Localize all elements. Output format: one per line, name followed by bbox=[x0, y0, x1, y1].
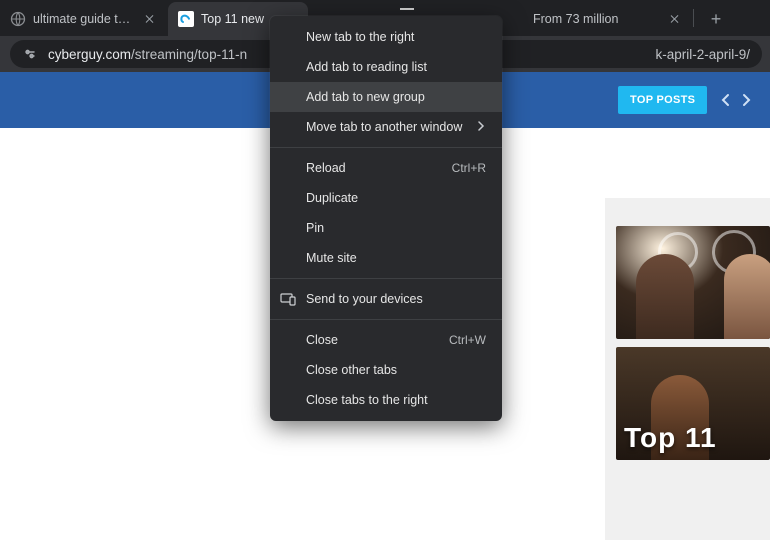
menu-add-to-new-group[interactable]: Add tab to new group bbox=[270, 82, 502, 112]
menu-duplicate[interactable]: Duplicate bbox=[270, 183, 502, 213]
close-icon[interactable] bbox=[667, 11, 683, 27]
chevron-right-icon bbox=[476, 120, 486, 134]
thumb-figure bbox=[636, 254, 694, 339]
menu-separator bbox=[270, 319, 502, 320]
url-text-right: k-april-2-april-9/ bbox=[655, 47, 750, 62]
top-posts-button[interactable]: TOP POSTS bbox=[618, 86, 707, 114]
sidebar-thumbnail-2[interactable]: Top 11 bbox=[616, 347, 770, 460]
menu-send-to-devices[interactable]: Send to your devices bbox=[270, 284, 502, 314]
carousel-arrows bbox=[719, 93, 753, 107]
menu-new-tab-right[interactable]: New tab to the right bbox=[270, 22, 502, 52]
devices-icon bbox=[280, 291, 296, 307]
tab-context-menu: New tab to the right Add tab to reading … bbox=[270, 16, 502, 421]
ticker-headline[interactable]: Best A bbox=[765, 93, 770, 108]
menu-move-to-window[interactable]: Move tab to another window bbox=[270, 112, 502, 142]
menu-reload[interactable]: ReloadCtrl+R bbox=[270, 153, 502, 183]
sidebar: Top 11 bbox=[610, 198, 770, 540]
thumb-overlay-text: Top 11 bbox=[624, 422, 717, 454]
shortcut-text: Ctrl+W bbox=[449, 333, 486, 347]
menu-pin[interactable]: Pin bbox=[270, 213, 502, 243]
tab-0[interactable]: ultimate guide to viewing t bbox=[0, 2, 168, 36]
shortcut-text: Ctrl+R bbox=[452, 161, 486, 175]
plus-icon: + bbox=[711, 10, 722, 28]
tab-2[interactable]: From 73 million bbox=[523, 2, 693, 36]
sidebar-thumbnail-1[interactable] bbox=[616, 226, 770, 339]
tab-title: From 73 million bbox=[533, 12, 661, 26]
menu-add-reading-list[interactable]: Add tab to reading list bbox=[270, 52, 502, 82]
url-text: cyberguy.com/streaming/top-11-n bbox=[48, 47, 247, 62]
chevron-right-icon[interactable] bbox=[739, 93, 753, 107]
menu-mute-site[interactable]: Mute site bbox=[270, 243, 502, 273]
site-settings-icon[interactable] bbox=[22, 46, 38, 62]
thumb-figure bbox=[724, 254, 770, 339]
close-icon[interactable] bbox=[142, 11, 158, 27]
menu-separator bbox=[270, 278, 502, 279]
window-minimize-icon[interactable] bbox=[400, 8, 414, 10]
new-tab-button[interactable]: + bbox=[702, 5, 730, 33]
menu-close[interactable]: CloseCtrl+W bbox=[270, 325, 502, 355]
favicon-generic-icon bbox=[10, 11, 26, 27]
tab-title: ultimate guide to viewing t bbox=[33, 12, 136, 26]
menu-close-other-tabs[interactable]: Close other tabs bbox=[270, 355, 502, 385]
tab-separator bbox=[693, 9, 694, 27]
menu-close-tabs-right[interactable]: Close tabs to the right bbox=[270, 385, 502, 415]
chevron-left-icon[interactable] bbox=[719, 93, 733, 107]
menu-separator bbox=[270, 147, 502, 148]
favicon-cyberguy-icon bbox=[178, 11, 194, 27]
